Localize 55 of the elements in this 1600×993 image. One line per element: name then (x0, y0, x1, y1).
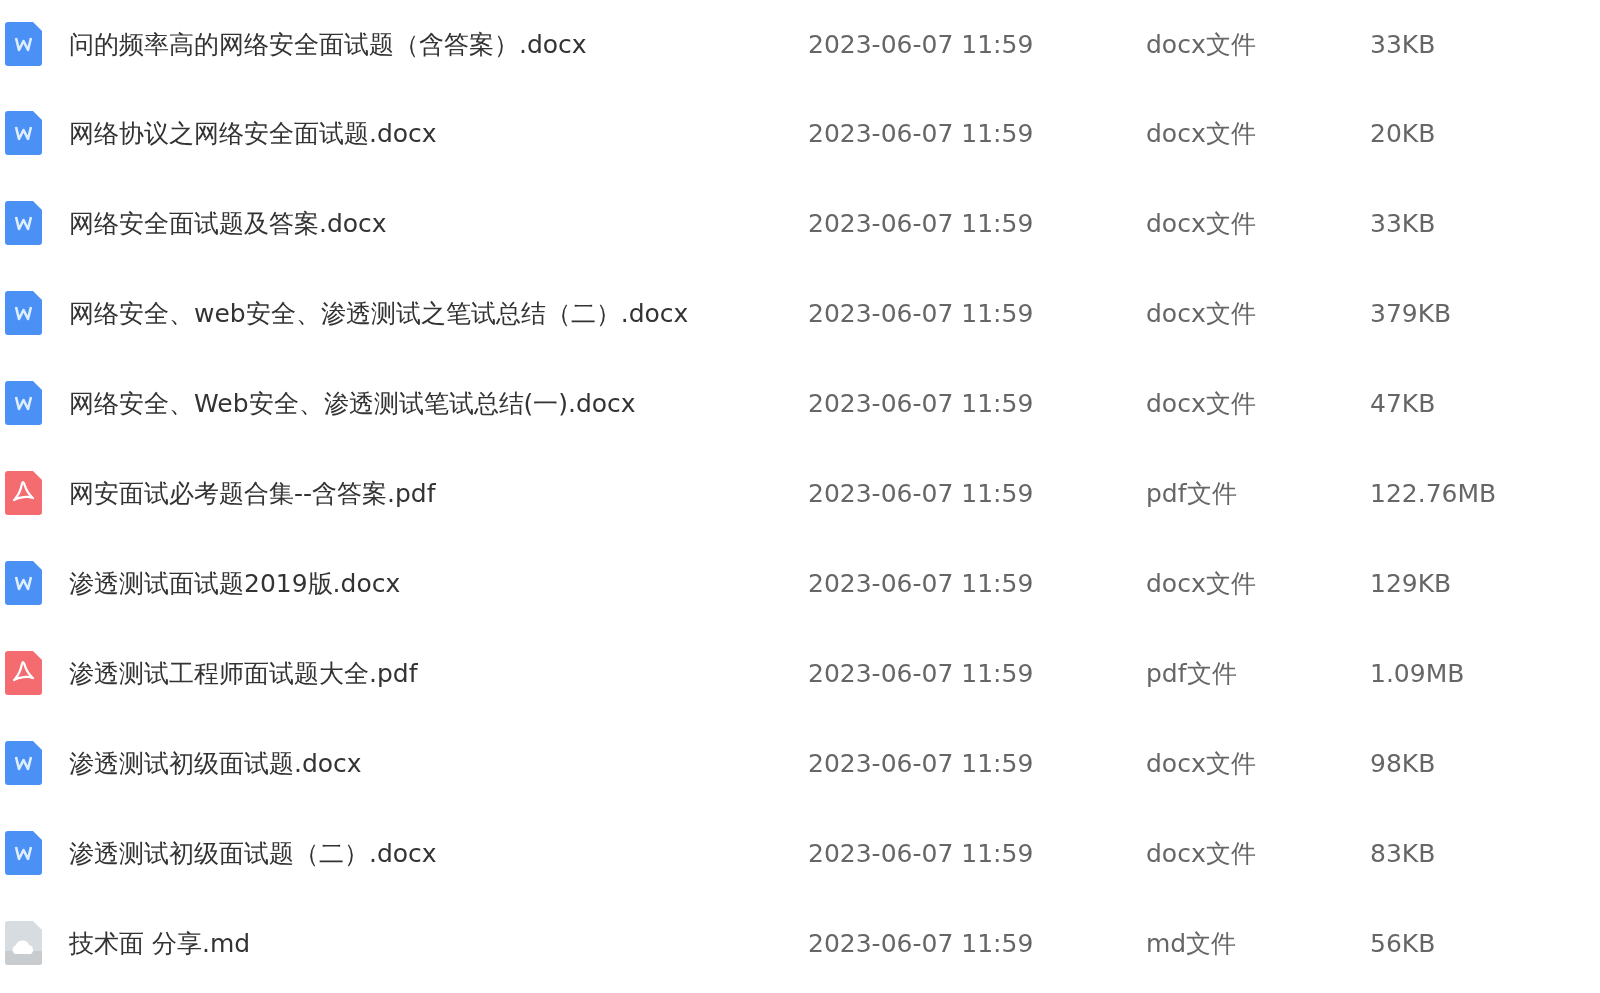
file-size: 47KB (1370, 388, 1436, 418)
file-type: docx文件 (1146, 567, 1257, 600)
file-name[interactable]: 渗透测试工程师面试题大全.pdf (69, 656, 808, 690)
modified-date: 2023-06-07 11:59 (808, 838, 1035, 868)
file-size: 98KB (1370, 748, 1436, 778)
modified-date: 2023-06-07 11:59 (808, 928, 1035, 958)
file-type: docx文件 (1146, 28, 1257, 61)
cloud-file-icon (5, 921, 42, 965)
modified-date: 2023-06-07 11:59 (808, 478, 1035, 508)
modified-date: 2023-06-07 11:59 (808, 118, 1035, 148)
modified-date: 2023-06-07 11:59 (808, 658, 1035, 688)
file-type: md文件 (1146, 927, 1238, 960)
word-document-icon (5, 741, 42, 785)
pdf-document-icon (5, 471, 42, 515)
file-name[interactable]: 网络安全、web安全、渗透测试之笔试总结（二）.docx (69, 296, 808, 330)
word-document-icon (5, 22, 42, 66)
word-document-icon (5, 381, 42, 425)
file-size: 20KB (1370, 118, 1436, 148)
file-type: docx文件 (1146, 207, 1257, 240)
file-name[interactable]: 渗透测试初级面试题.docx (69, 746, 808, 780)
word-document-icon (5, 111, 42, 155)
file-size: 33KB (1370, 208, 1436, 238)
file-type: docx文件 (1146, 747, 1257, 780)
word-document-icon (5, 831, 42, 875)
file-type: pdf文件 (1146, 477, 1238, 510)
file-type: docx文件 (1146, 837, 1257, 870)
file-size: 129KB (1370, 568, 1452, 598)
file-name[interactable]: 网络协议之网络安全面试题.docx (69, 116, 808, 150)
file-size: 83KB (1370, 838, 1436, 868)
modified-date: 2023-06-07 11:59 (808, 748, 1035, 778)
file-type: docx文件 (1146, 297, 1257, 330)
file-type: pdf文件 (1146, 657, 1238, 690)
modified-date: 2023-06-07 11:59 (808, 208, 1035, 238)
file-size: 379KB (1370, 298, 1452, 328)
file-size: 33KB (1370, 29, 1436, 59)
modified-date: 2023-06-07 11:59 (808, 29, 1035, 59)
modified-date: 2023-06-07 11:59 (808, 298, 1035, 328)
file-name[interactable]: 渗透测试面试题2019版.docx (69, 566, 808, 600)
pdf-document-icon (5, 651, 42, 695)
file-name[interactable]: 网安面试必考题合集--含答案.pdf (69, 476, 808, 510)
word-document-icon (5, 201, 42, 245)
word-document-icon (5, 291, 42, 335)
file-type: docx文件 (1146, 117, 1257, 150)
modified-date: 2023-06-07 11:59 (808, 568, 1035, 598)
file-size: 56KB (1370, 928, 1436, 958)
file-name[interactable]: 技术面 分享.md (69, 926, 808, 960)
modified-date: 2023-06-07 11:59 (808, 388, 1035, 418)
word-document-icon (5, 561, 42, 605)
file-type: docx文件 (1146, 387, 1257, 420)
file-name[interactable]: 网络安全面试题及答案.docx (69, 206, 808, 240)
file-name[interactable]: 问的频率高的网络安全面试题（含答案）.docx (69, 27, 808, 61)
file-size: 122.76MB (1370, 478, 1497, 508)
file-size: 1.09MB (1370, 658, 1465, 688)
file-name[interactable]: 网络安全、Web安全、渗透测试笔试总结(一).docx (69, 386, 808, 420)
file-name[interactable]: 渗透测试初级面试题（二）.docx (69, 836, 808, 870)
